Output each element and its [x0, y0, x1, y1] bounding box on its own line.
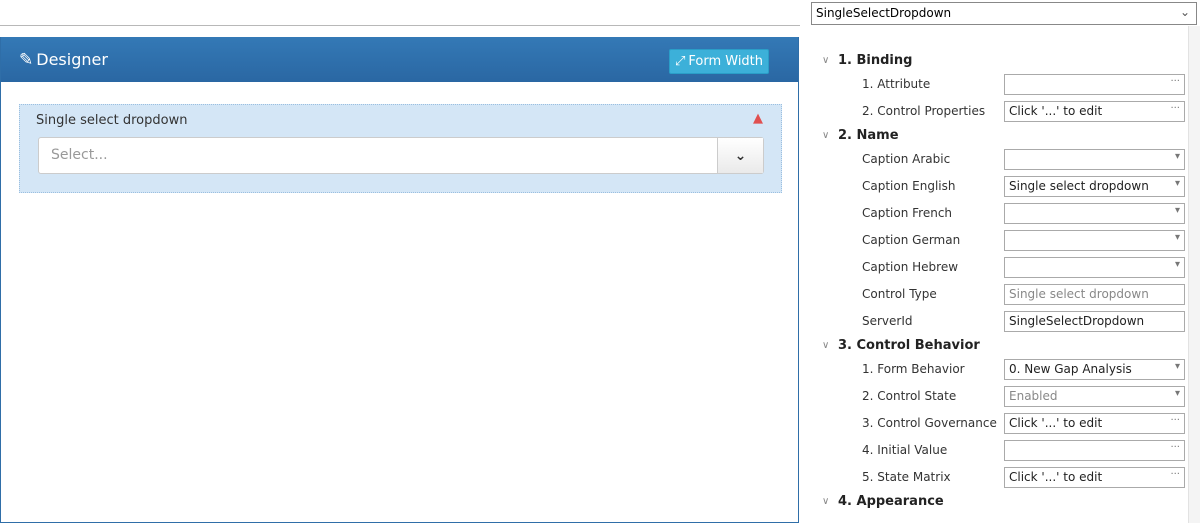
warning-icon: ▲ — [753, 111, 763, 126]
property-label: Caption German — [862, 233, 961, 247]
property-value-field[interactable]: Enabled ▾ — [1004, 386, 1185, 407]
object-selector-dropdown[interactable]: SingleSelectDropdown ⌄ — [811, 2, 1197, 25]
object-selector-value: SingleSelectDropdown — [816, 6, 952, 20]
property-value-field[interactable]: 0. New Gap Analysis ▾ — [1004, 359, 1185, 380]
property-value: Enabled — [1009, 389, 1058, 403]
property-row: Caption Hebrew ▾ — [800, 254, 1188, 281]
ellipsis-button[interactable]: ··· — [1170, 103, 1180, 114]
property-label: Control Type — [862, 287, 937, 301]
property-value: Single select dropdown — [1009, 179, 1149, 193]
property-row: 1. Form Behavior 0. New Gap Analysis ▾ — [800, 356, 1188, 383]
property-value-field[interactable]: ▾ — [1004, 203, 1185, 224]
property-value-field[interactable]: Single select dropdown — [1004, 284, 1185, 305]
chevron-down-icon: ⌄ — [1179, 5, 1190, 19]
form-width-button[interactable]: ⤢ Form Width — [669, 49, 769, 74]
property-label: 1. Form Behavior — [862, 362, 965, 376]
control-caption: Single select dropdown — [36, 113, 188, 128]
property-value-field[interactable]: ▾ — [1004, 230, 1185, 251]
property-value-field[interactable]: Click '...' to edit ··· — [1004, 413, 1185, 434]
single-select-dropdown-control[interactable]: Single select dropdown ▲ Select... ⌄ — [19, 104, 782, 193]
property-label: 3. Control Governance — [862, 416, 997, 430]
property-label: 2. Control Properties — [862, 104, 986, 118]
dropdown-arrow-icon[interactable]: ▾ — [1175, 361, 1180, 372]
section-header[interactable]: ∨ 3. Control Behavior — [800, 335, 1188, 356]
chevron-down-icon[interactable]: ⌄ — [717, 138, 763, 173]
property-value-field[interactable]: ··· — [1004, 74, 1185, 95]
dropdown-arrow-icon[interactable]: ▾ — [1175, 178, 1180, 189]
property-row: 3. Control Governance Click '...' to edit… — [800, 410, 1188, 437]
property-label: 1. Attribute — [862, 77, 931, 91]
property-value: 0. New Gap Analysis — [1009, 362, 1132, 376]
section-title: 2. Name — [838, 128, 899, 143]
designer-header: ✎ Designer ⤢ Form Width — [1, 37, 798, 82]
property-label: 5. State Matrix — [862, 470, 951, 484]
property-grid: ∨ 1. Binding 1. Attribute ··· 2. Control Pro… — [800, 50, 1188, 512]
dropdown-arrow-icon[interactable]: ▾ — [1175, 259, 1180, 270]
property-row: Caption French ▾ — [800, 200, 1188, 227]
property-label: 4. Initial Value — [862, 443, 948, 457]
property-row: 5. State Matrix Click '...' to edit ··· — [800, 464, 1188, 491]
section-title: 4. Appearance — [838, 494, 944, 509]
property-row: ServerId SingleSelectDropdown — [800, 308, 1188, 335]
collapse-chevron-icon[interactable]: ∨ — [822, 55, 838, 66]
property-row: Caption English Single select dropdown ▾ — [800, 173, 1188, 200]
vertical-scrollbar[interactable] — [1188, 26, 1200, 523]
property-value-field[interactable]: ··· — [1004, 440, 1185, 461]
select-placeholder: Select... — [51, 147, 108, 163]
property-value-field[interactable]: Single select dropdown ▾ — [1004, 176, 1185, 197]
property-value-field[interactable]: Click '...' to edit ··· — [1004, 467, 1185, 488]
property-label: 2. Control State — [862, 389, 957, 403]
collapse-chevron-icon[interactable]: ∨ — [822, 340, 838, 351]
designer-title: Designer — [36, 50, 108, 69]
dropdown-arrow-icon[interactable]: ▾ — [1175, 205, 1180, 216]
property-label: Caption Arabic — [862, 152, 951, 166]
designer-toolbar-strip — [0, 0, 800, 26]
property-label: Caption French — [862, 206, 953, 220]
section-header[interactable]: ∨ 2. Name — [800, 125, 1188, 146]
property-value-field[interactable]: SingleSelectDropdown — [1004, 311, 1185, 332]
property-value: Click '...' to edit — [1009, 470, 1103, 484]
designer-area: ✎ Designer ⤢ Form Width Single select dr… — [0, 0, 800, 523]
property-label: Caption Hebrew — [862, 260, 959, 274]
designer-panel: ✎ Designer ⤢ Form Width Single select dr… — [0, 37, 799, 523]
section-title: 1. Binding — [838, 53, 913, 68]
property-label: Caption English — [862, 179, 956, 193]
properties-panel: SingleSelectDropdown ⌄ ∨ 1. Binding 1. Att… — [800, 0, 1200, 523]
ellipsis-button[interactable]: ··· — [1170, 442, 1180, 453]
property-value: Click '...' to edit — [1009, 416, 1103, 430]
property-value: SingleSelectDropdown — [1009, 314, 1145, 328]
property-value-field[interactable]: ▾ — [1004, 149, 1185, 170]
property-label: ServerId — [862, 314, 913, 328]
collapse-chevron-icon[interactable]: ∨ — [822, 130, 838, 141]
property-row: Caption German ▾ — [800, 227, 1188, 254]
property-value: Single select dropdown — [1009, 287, 1149, 301]
section-header[interactable]: ∨ 1. Binding — [800, 50, 1188, 71]
property-row: 2. Control Properties Click '...' to edit… — [800, 98, 1188, 125]
section-header[interactable]: ∨ 4. Appearance — [800, 491, 1188, 512]
dropdown-arrow-icon[interactable]: ▾ — [1175, 151, 1180, 162]
ellipsis-button[interactable]: ··· — [1170, 76, 1180, 87]
dropdown-arrow-icon[interactable]: ▾ — [1175, 232, 1180, 243]
property-value: Click '...' to edit — [1009, 104, 1103, 118]
select-dropdown[interactable]: Select... ⌄ — [38, 137, 764, 174]
expand-icon: ⤢ — [674, 54, 686, 69]
section-title: 3. Control Behavior — [838, 338, 980, 353]
property-row: Control Type Single select dropdown — [800, 281, 1188, 308]
pencil-ruler-icon: ✎ — [19, 49, 34, 70]
property-row: 2. Control State Enabled ▾ — [800, 383, 1188, 410]
dropdown-arrow-icon[interactable]: ▾ — [1175, 388, 1180, 399]
ellipsis-button[interactable]: ··· — [1170, 415, 1180, 426]
property-value-field[interactable]: Click '...' to edit ··· — [1004, 101, 1185, 122]
property-row: Caption Arabic ▾ — [800, 146, 1188, 173]
form-width-label: Form Width — [688, 54, 764, 69]
property-row: 4. Initial Value ··· — [800, 437, 1188, 464]
collapse-chevron-icon[interactable]: ∨ — [822, 496, 838, 507]
ellipsis-button[interactable]: ··· — [1170, 469, 1180, 480]
property-value-field[interactable]: ▾ — [1004, 257, 1185, 278]
property-row: 1. Attribute ··· — [800, 71, 1188, 98]
